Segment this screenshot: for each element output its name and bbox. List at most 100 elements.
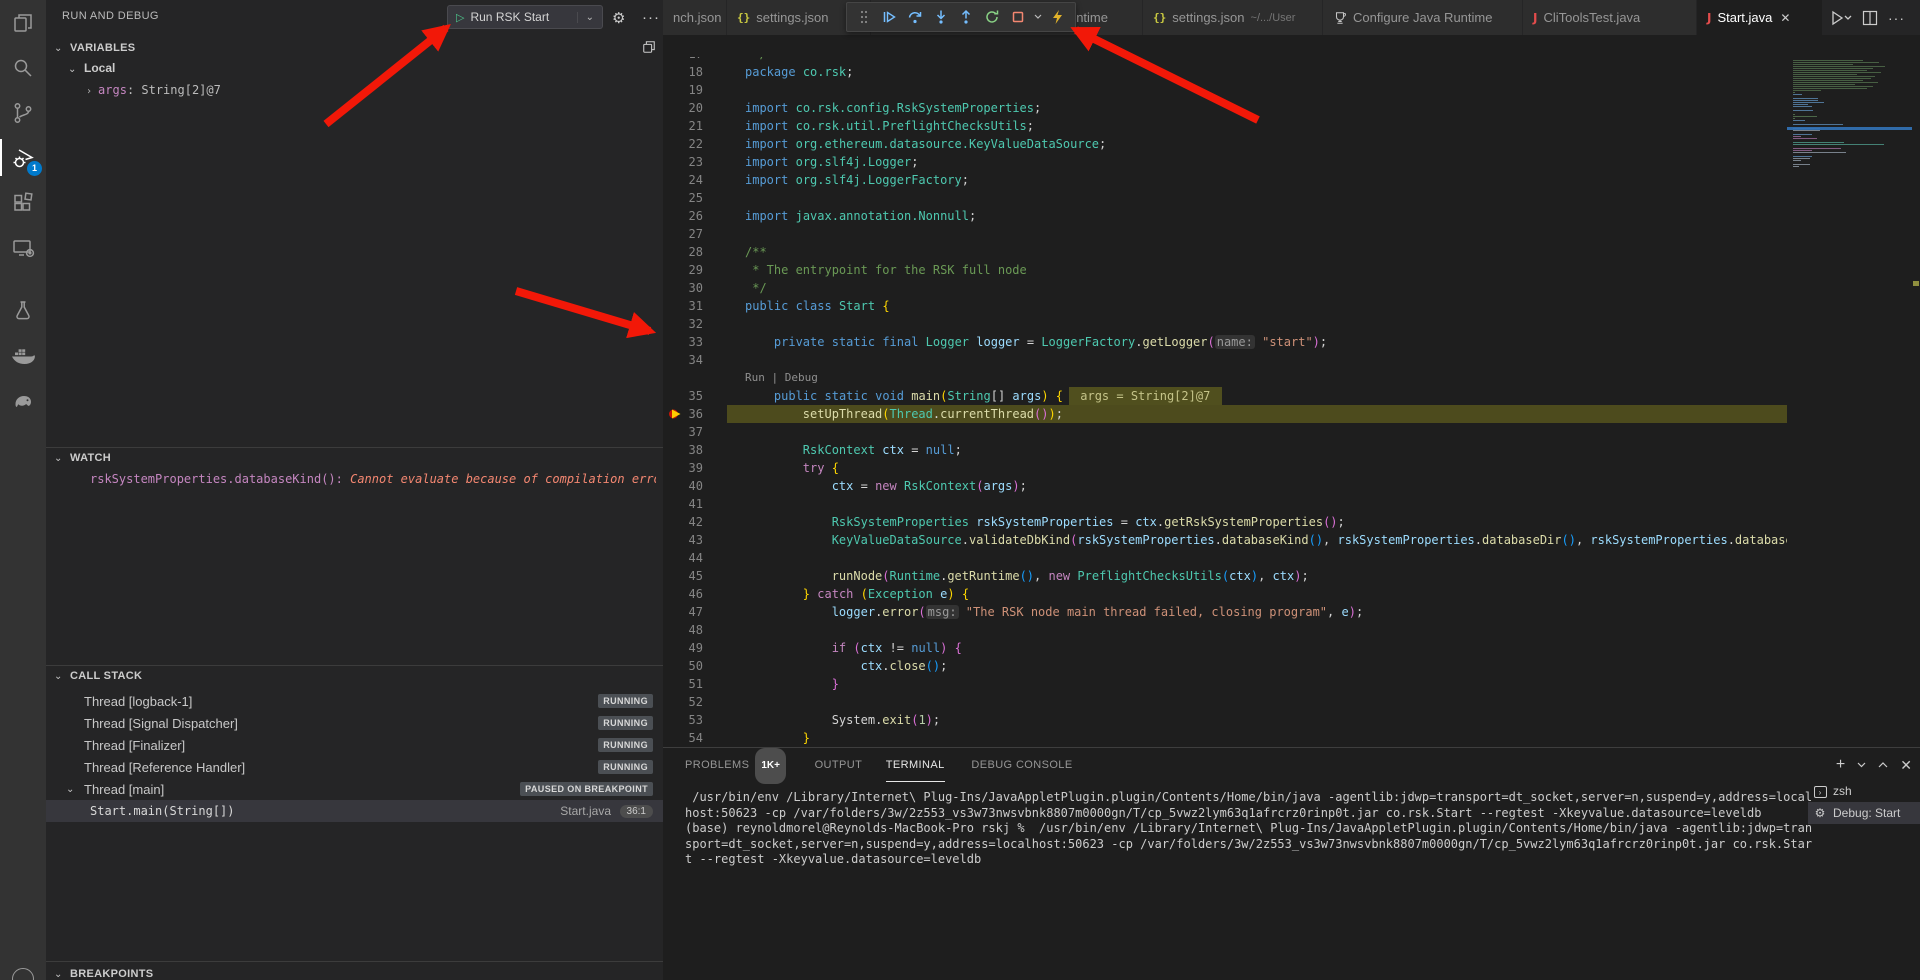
- terminal-dropdown-icon[interactable]: [1857, 762, 1866, 768]
- minimap[interactable]: [1787, 57, 1912, 747]
- tab-clitoolstest-java[interactable]: JCliToolsTest.java: [1523, 0, 1697, 35]
- watch-section-header[interactable]: ⌄WATCH: [54, 452, 111, 464]
- code-line[interactable]: 39 try {: [663, 459, 1787, 477]
- code-line[interactable]: 43 KeyValueDataSource.validateDbKind(rsk…: [663, 531, 1787, 549]
- gear-icon[interactable]: ⚙: [612, 9, 625, 27]
- activity-bar-files-icon[interactable]: [0, 0, 46, 45]
- panel-tab-debug-console[interactable]: DEBUG CONSOLE: [971, 748, 1072, 782]
- step-over-button[interactable]: [904, 5, 926, 29]
- tab-nch-json[interactable]: nch.json: [663, 0, 727, 35]
- line-content: import co.rsk.config.RskSystemProperties…: [727, 99, 1041, 117]
- activity-bar-search-icon[interactable]: [0, 45, 46, 90]
- new-terminal-icon[interactable]: +: [1836, 756, 1845, 774]
- code-line[interactable]: 32: [663, 315, 1787, 333]
- run-java-icon[interactable]: [1830, 10, 1852, 26]
- terminal-entry-zsh[interactable]: ›zsh: [1808, 780, 1920, 802]
- terminal-entry-debug-start[interactable]: ⚙Debug: Start: [1808, 802, 1920, 824]
- variables-scope-local[interactable]: ⌄Local: [68, 61, 115, 75]
- code-line[interactable]: 21import co.rsk.util.PreflightChecksUtil…: [663, 117, 1787, 135]
- panel-tab-terminal[interactable]: TERMINAL: [886, 748, 945, 782]
- code-line[interactable]: 31public class Start {: [663, 297, 1787, 315]
- hot-code-replace-icon[interactable]: [1047, 5, 1069, 29]
- continue-button[interactable]: [879, 5, 901, 29]
- code-line[interactable]: 53 System.exit(1);: [663, 711, 1787, 729]
- tab-start-java[interactable]: JStart.java✕: [1697, 0, 1823, 35]
- code-line[interactable]: 51 }: [663, 675, 1787, 693]
- activity-bar-extensions-icon[interactable]: [0, 180, 46, 225]
- code-line[interactable]: 52: [663, 693, 1787, 711]
- code-line[interactable]: 26import javax.annotation.Nonnull;: [663, 207, 1787, 225]
- code-line[interactable]: 50 ctx.close();: [663, 657, 1787, 675]
- split-editor-icon[interactable]: [1862, 10, 1878, 26]
- code-line[interactable]: 45 runNode(Runtime.getRuntime(), new Pre…: [663, 567, 1787, 585]
- activity-bar-remote-explorer-icon[interactable]: [0, 225, 46, 270]
- activity-bar-docker-icon[interactable]: [0, 333, 46, 378]
- call-stack-thread[interactable]: ⌄Thread [main]PAUSED ON BREAKPOINT: [46, 778, 663, 800]
- tab-configure-java-runtime[interactable]: Configure Java Runtime: [1323, 0, 1523, 35]
- play-icon: ▷: [456, 11, 464, 24]
- call-stack-thread[interactable]: Thread [Signal Dispatcher]RUNNING: [46, 712, 663, 734]
- code-line[interactable]: 18package co.rsk;: [663, 63, 1787, 81]
- code-line[interactable]: 20import co.rsk.config.RskSystemProperti…: [663, 99, 1787, 117]
- code-line[interactable]: 42 RskSystemProperties rskSystemProperti…: [663, 513, 1787, 531]
- maximize-panel-icon[interactable]: [1878, 762, 1888, 768]
- code-line[interactable]: 29 * The entrypoint for the RSK full nod…: [663, 261, 1787, 279]
- code-line[interactable]: 24import org.slf4j.LoggerFactory;: [663, 171, 1787, 189]
- code-line[interactable]: 27: [663, 225, 1787, 243]
- code-line[interactable]: 36 setUpThread(Thread.currentThread());: [663, 405, 1787, 423]
- code-line[interactable]: 25: [663, 189, 1787, 207]
- code-line[interactable]: 44: [663, 549, 1787, 567]
- code-line[interactable]: 46 } catch (Exception e) {: [663, 585, 1787, 603]
- terminal-output[interactable]: /usr/bin/env /Library/Internet\ Plug-Ins…: [685, 790, 1807, 868]
- chevron-down-icon[interactable]: ⌄: [577, 12, 602, 23]
- stop-button[interactable]: [1007, 5, 1029, 29]
- code-line[interactable]: 23import org.slf4j.Logger;: [663, 153, 1787, 171]
- code-line[interactable]: 38 RskContext ctx = null;: [663, 441, 1787, 459]
- code-line[interactable]: 28/**: [663, 243, 1787, 261]
- copy-icon[interactable]: [642, 40, 656, 54]
- close-panel-icon[interactable]: ✕: [1900, 757, 1912, 774]
- activity-bar-source-control-icon[interactable]: [0, 90, 46, 135]
- watch-expression[interactable]: rskSystemProperties.databaseKind(): Cann…: [90, 472, 656, 486]
- call-stack-thread[interactable]: Thread [Reference Handler]RUNNING: [46, 756, 663, 778]
- panel-tab-output[interactable]: OUTPUT: [815, 748, 863, 782]
- step-into-button[interactable]: [930, 5, 952, 29]
- code-line[interactable]: 30 */: [663, 279, 1787, 297]
- code-line[interactable]: 41: [663, 495, 1787, 513]
- code-line[interactable]: 19: [663, 81, 1787, 99]
- code-line[interactable]: 49 if (ctx != null) {: [663, 639, 1787, 657]
- tab-label: CliToolsTest.java: [1543, 10, 1640, 25]
- code-line[interactable]: 35 public static void main(String[] args…: [663, 387, 1787, 405]
- code-line[interactable]: 34: [663, 351, 1787, 369]
- breakpoints-section-header[interactable]: ⌄BREAKPOINTS: [54, 968, 153, 980]
- code-line[interactable]: 48: [663, 621, 1787, 639]
- more-actions-icon[interactable]: ···: [642, 9, 660, 26]
- call-stack-frame[interactable]: Start.main(String[])Start.java36:1: [46, 800, 663, 822]
- call-stack-thread[interactable]: Thread [logback-1]RUNNING: [46, 690, 663, 712]
- call-stack-section-header[interactable]: ⌄CALL STACK: [54, 670, 142, 682]
- more-actions-icon[interactable]: ···: [1888, 10, 1905, 26]
- drag-handle[interactable]: [853, 5, 875, 29]
- minimap-line: [1793, 138, 1817, 139]
- stop-dropdown-icon[interactable]: [1032, 5, 1043, 29]
- panel-tab-problems[interactable]: PROBLEMS1K+: [685, 748, 786, 782]
- code-line[interactable]: 40 ctx = new RskContext(args);: [663, 477, 1787, 495]
- tab-settings-json[interactable]: {}settings.json~/.../User: [1143, 0, 1323, 35]
- variable-args[interactable]: ›args: String[2]@7: [86, 83, 221, 97]
- code-line[interactable]: 47 logger.error(msg: "The RSK node main …: [663, 603, 1787, 621]
- code-line[interactable]: 37: [663, 423, 1787, 441]
- call-stack-thread[interactable]: Thread [Finalizer]RUNNING: [46, 734, 663, 756]
- step-out-button[interactable]: [956, 5, 978, 29]
- codelens-run-debug[interactable]: Run | Debug: [663, 369, 1787, 387]
- code-line[interactable]: 22import org.ethereum.datasource.KeyValu…: [663, 135, 1787, 153]
- activity-bar-run-debug-icon[interactable]: 1: [0, 135, 46, 180]
- activity-bar-testing-icon[interactable]: [0, 288, 46, 333]
- code-line[interactable]: 54 }: [663, 729, 1787, 747]
- code-line[interactable]: 33 private static final Logger logger = …: [663, 333, 1787, 351]
- close-icon[interactable]: ✕: [1780, 11, 1790, 25]
- restart-button[interactable]: [981, 5, 1003, 29]
- activity-bar-gradle-icon[interactable]: [0, 378, 46, 423]
- run-config-dropdown[interactable]: ▷ Run RSK Start ⌄: [447, 5, 603, 29]
- variables-section-header[interactable]: ⌄VARIABLES: [54, 42, 135, 54]
- code-editor[interactable]: 17 */18package co.rsk;1920import co.rsk.…: [663, 57, 1787, 747]
